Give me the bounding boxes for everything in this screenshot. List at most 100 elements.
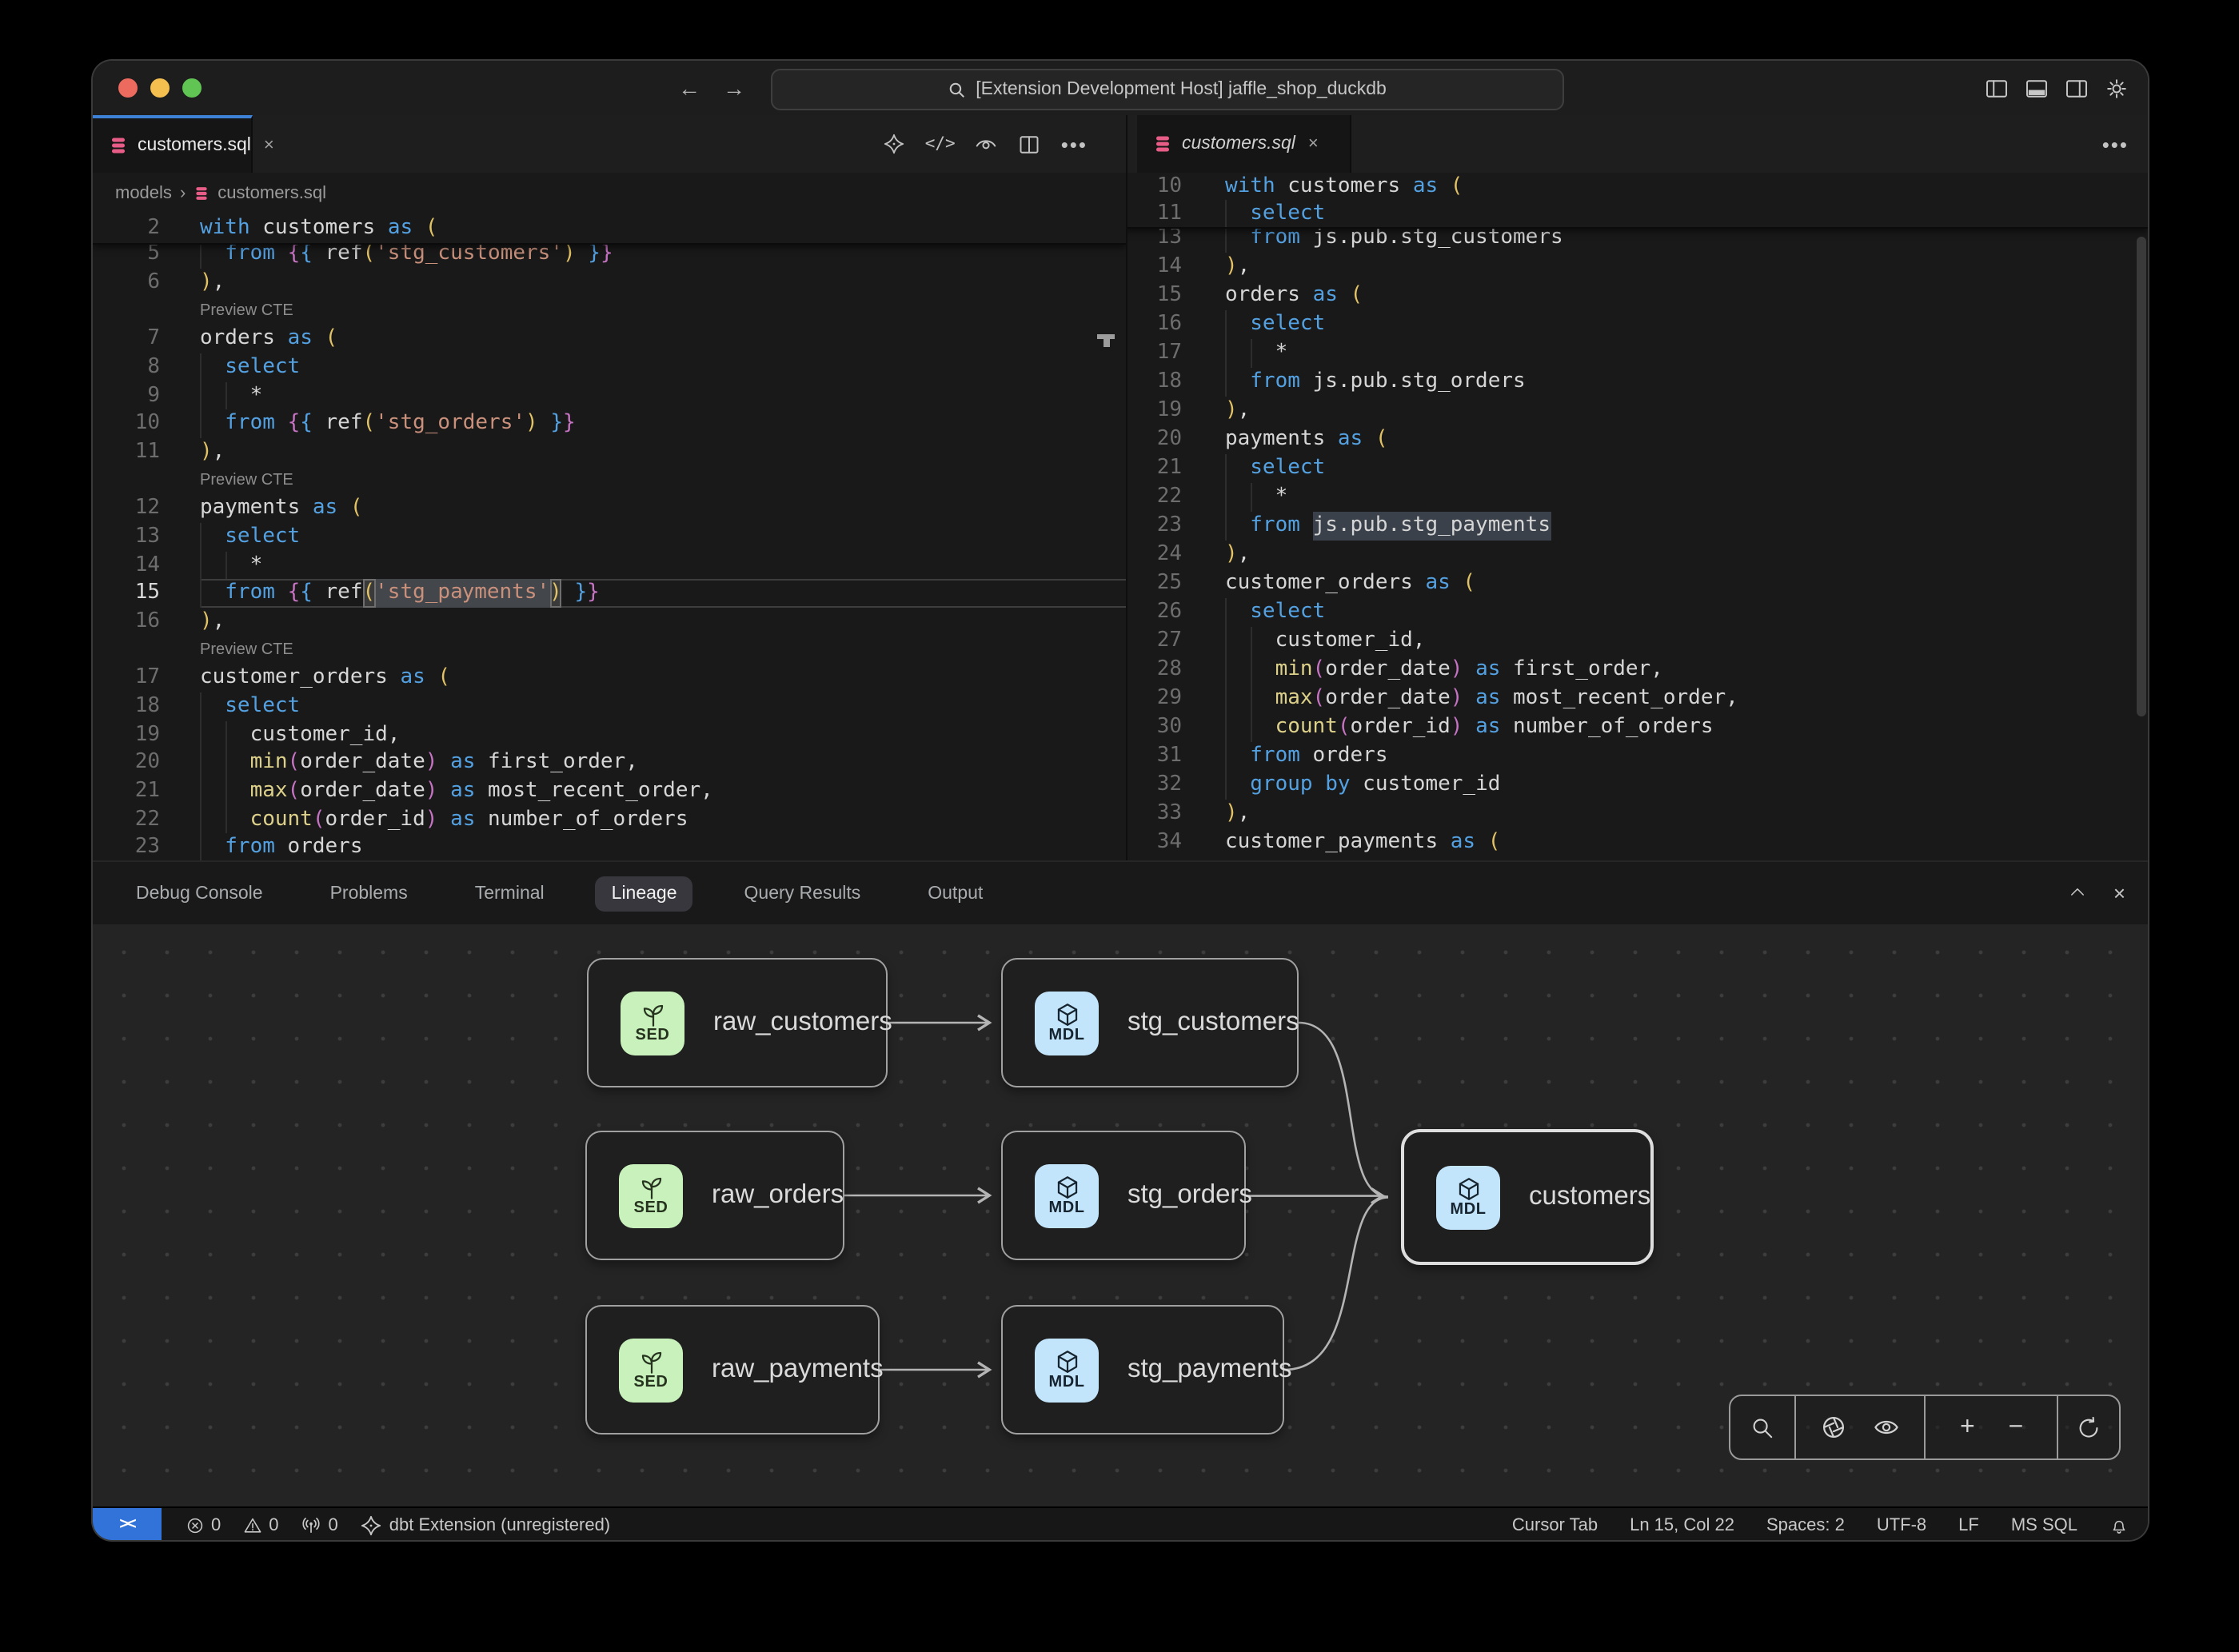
layout-panel-icon[interactable] — [2025, 76, 2049, 100]
code-line-17[interactable]: 17customer_orders as ( — [93, 664, 1126, 692]
code-line-15[interactable]: 15 from {{ ref('stg_payments') }} — [93, 580, 1126, 608]
code-line-15[interactable]: 15orders as ( — [1126, 281, 2148, 310]
close-window-button[interactable] — [118, 78, 138, 98]
code-line-23[interactable]: 23 from orders — [93, 833, 1126, 860]
more-icon[interactable]: ••• — [1061, 134, 1088, 154]
gear-icon[interactable] — [2105, 76, 2129, 100]
code-line-8[interactable]: 8 select — [93, 353, 1126, 381]
editor-compiled[interactable]: 10with customers as (11 select 13 from j… — [1126, 173, 2148, 860]
code-line-34[interactable]: 34customer_payments as ( — [1126, 828, 2148, 857]
breadcrumb-file[interactable]: customers.sql — [218, 184, 326, 203]
preview-eye-icon[interactable] — [975, 132, 999, 156]
lineage-node-raw_payments[interactable]: SEDraw_payments — [585, 1305, 880, 1435]
code-line-25[interactable]: 25customer_orders as ( — [1126, 569, 2148, 598]
tab-customers-sql-left[interactable]: customers.sql × — [93, 115, 253, 173]
code-line-32[interactable]: 32 group by customer_id — [1126, 771, 2148, 800]
code-line-33[interactable]: 33), — [1126, 800, 2148, 828]
code-line-16[interactable]: 16), — [93, 608, 1126, 636]
refresh-button[interactable] — [2076, 1415, 2101, 1440]
code-line-19[interactable]: 19), — [1126, 397, 2148, 425]
code-line-26[interactable]: 26 select — [1126, 598, 2148, 627]
lineage-node-stg_orders[interactable]: MDLstg_orders — [1001, 1131, 1246, 1260]
status-language-mode[interactable]: MS SQL — [2011, 1515, 2077, 1534]
panel-tab-problems[interactable]: Problems — [314, 876, 424, 911]
status-eol[interactable]: LF — [1958, 1515, 1979, 1534]
status-encoding[interactable]: UTF-8 — [1877, 1515, 1926, 1534]
scrollbar-thumb[interactable] — [2137, 237, 2146, 716]
code-line-21[interactable]: 21 select — [1126, 454, 2148, 483]
lineage-node-stg_payments[interactable]: MDLstg_payments — [1001, 1305, 1284, 1435]
close-icon[interactable]: × — [264, 136, 274, 155]
breadcrumb[interactable]: models › customers.sql — [93, 173, 1148, 214]
close-icon[interactable]: × — [2113, 882, 2125, 903]
remote-indicator[interactable]: >< — [93, 1508, 162, 1540]
code-line-22[interactable]: 22 * — [1126, 483, 2148, 512]
status-warnings[interactable]: 0 — [243, 1515, 278, 1534]
status-notifications[interactable] — [2109, 1515, 2129, 1534]
split-editor-icon[interactable] — [1018, 132, 1042, 156]
code-icon[interactable]: </> — [925, 136, 956, 153]
codelens-preview-cte[interactable]: Preview CTE — [93, 297, 1126, 325]
code-line-23[interactable]: 23 from js.pub.stg_payments — [1126, 512, 2148, 541]
lineage-node-raw_orders[interactable]: SEDraw_orders — [585, 1131, 844, 1260]
breadcrumb-folder[interactable]: models — [115, 184, 172, 203]
codelens-preview-cte[interactable]: Preview CTE — [93, 636, 1126, 664]
layout-sidebar-right-icon[interactable] — [2065, 76, 2089, 100]
code-line-30[interactable]: 30 count(order_id) as number_of_orders — [1126, 713, 2148, 742]
panel-tab-debug-console[interactable]: Debug Console — [120, 876, 279, 911]
code-line-10[interactable]: 10with customers as ( — [1126, 173, 2148, 200]
code-line-9[interactable]: 9 * — [93, 381, 1126, 409]
code-line-27[interactable]: 27 customer_id, — [1126, 627, 2148, 656]
code-line-28[interactable]: 28 min(order_date) as first_order, — [1126, 656, 2148, 684]
status-cursor-tab[interactable]: Cursor Tab — [1512, 1515, 1598, 1534]
status-errors[interactable]: 0 — [186, 1515, 221, 1534]
layout-sidebar-left-icon[interactable] — [1985, 76, 2009, 100]
forward-icon[interactable]: → — [723, 75, 745, 101]
back-icon[interactable]: ← — [678, 75, 700, 101]
code-line-6[interactable]: 6), — [93, 269, 1126, 297]
code-line-5[interactable]: 5 from {{ ref('stg_customers') }} — [93, 241, 1126, 269]
lineage-node-raw_customers[interactable]: SEDraw_customers — [587, 958, 888, 1087]
tab-customers-sql-right[interactable]: customers.sql × — [1137, 115, 1351, 173]
chevron-up-icon[interactable] — [2069, 883, 2088, 902]
zoom-in-button[interactable]: + — [1960, 1415, 1975, 1440]
minimize-window-button[interactable] — [150, 78, 170, 98]
command-center[interactable]: [Extension Development Host] jaffle_shop… — [771, 69, 1564, 110]
search-button[interactable] — [1750, 1415, 1775, 1440]
code-line-11[interactable]: 11 select — [1126, 200, 2148, 227]
code-line-29[interactable]: 29 max(order_date) as most_recent_order, — [1126, 684, 2148, 713]
code-line-14[interactable]: 14), — [1126, 253, 2148, 281]
editor-group-divider[interactable] — [1126, 115, 1127, 860]
zoom-out-button[interactable]: − — [2009, 1415, 2024, 1440]
code-line-18[interactable]: 18 select — [93, 692, 1126, 720]
aperture-button[interactable] — [1821, 1414, 1848, 1441]
code-line-20[interactable]: 20 min(order_date) as first_order, — [93, 748, 1126, 776]
eye-button[interactable] — [1873, 1414, 1900, 1441]
code-line-11[interactable]: 11), — [93, 438, 1126, 466]
panel-tab-lineage[interactable]: Lineage — [596, 876, 693, 911]
dbt-mark-icon[interactable] — [884, 133, 906, 155]
status-ports[interactable]: 0 — [301, 1514, 338, 1535]
code-line-22[interactable]: 22 count(order_id) as number_of_orders — [93, 805, 1126, 833]
editor-source[interactable]: 2with customers as ( 5 from {{ ref('stg_… — [93, 214, 1126, 860]
status-indentation[interactable]: Spaces: 2 — [1766, 1515, 1845, 1534]
panel-tab-output[interactable]: Output — [912, 876, 999, 911]
code-line-17[interactable]: 17 * — [1126, 339, 2148, 368]
lineage-node-customers[interactable]: MDLcustomers — [1401, 1129, 1654, 1265]
status-cursor-position[interactable]: Ln 15, Col 22 — [1630, 1515, 1734, 1534]
code-line-24[interactable]: 24), — [1126, 541, 2148, 569]
close-icon[interactable]: × — [1308, 134, 1319, 154]
code-line-21[interactable]: 21 max(order_date) as most_recent_order, — [93, 777, 1126, 805]
status-dbt-extension[interactable]: dbt Extension (unregistered) — [361, 1514, 610, 1536]
codelens-preview-cte[interactable]: Preview CTE — [93, 466, 1126, 494]
lineage-node-stg_customers[interactable]: MDLstg_customers — [1001, 958, 1299, 1087]
code-line-20[interactable]: 20payments as ( — [1126, 425, 2148, 454]
code-line-18[interactable]: 18 from js.pub.stg_orders — [1126, 368, 2148, 397]
code-line-31[interactable]: 31 from orders — [1126, 742, 2148, 771]
code-line-13[interactable]: 13 select — [93, 523, 1126, 551]
code-line-7[interactable]: 7orders as ( — [93, 325, 1126, 353]
code-line-10[interactable]: 10 from {{ ref('stg_orders') }} — [93, 410, 1126, 438]
code-line-14[interactable]: 14 * — [93, 551, 1126, 579]
code-line-12[interactable]: 12payments as ( — [93, 495, 1126, 523]
panel-tab-terminal[interactable]: Terminal — [459, 876, 561, 911]
